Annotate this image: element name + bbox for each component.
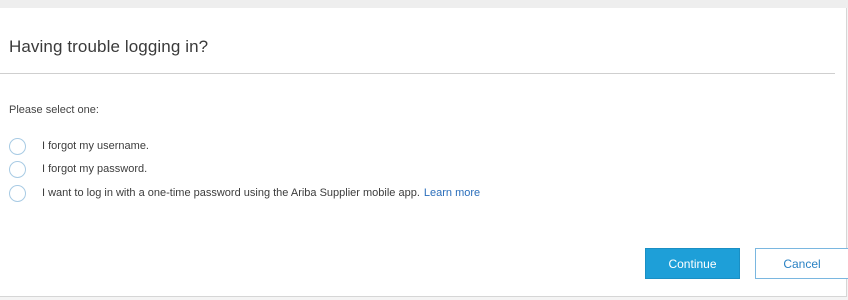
select-prompt: Please select one: — [9, 104, 99, 116]
radio-button[interactable] — [9, 184, 26, 202]
option-label: I want to log in with a one-time passwor… — [42, 187, 420, 199]
learn-more-link[interactable]: Learn more — [424, 187, 480, 199]
option-label: I forgot my password. — [42, 163, 148, 175]
dialog-title: Having trouble logging in? — [9, 37, 209, 56]
option-forgot-password[interactable]: I forgot my password. — [9, 159, 147, 179]
radio-button[interactable] — [9, 137, 26, 155]
login-help-dialog: Having trouble logging in? Please select… — [0, 8, 848, 297]
title-divider — [0, 73, 835, 74]
option-one-time-password[interactable]: I want to log in with a one-time passwor… — [9, 183, 480, 203]
cancel-button[interactable]: Cancel — [755, 248, 848, 279]
option-forgot-username[interactable]: I forgot my username. — [9, 136, 149, 156]
continue-button[interactable]: Continue — [645, 248, 740, 279]
option-label: I forgot my username. — [42, 140, 149, 152]
radio-button[interactable] — [9, 160, 26, 178]
top-strip — [0, 0, 848, 8]
